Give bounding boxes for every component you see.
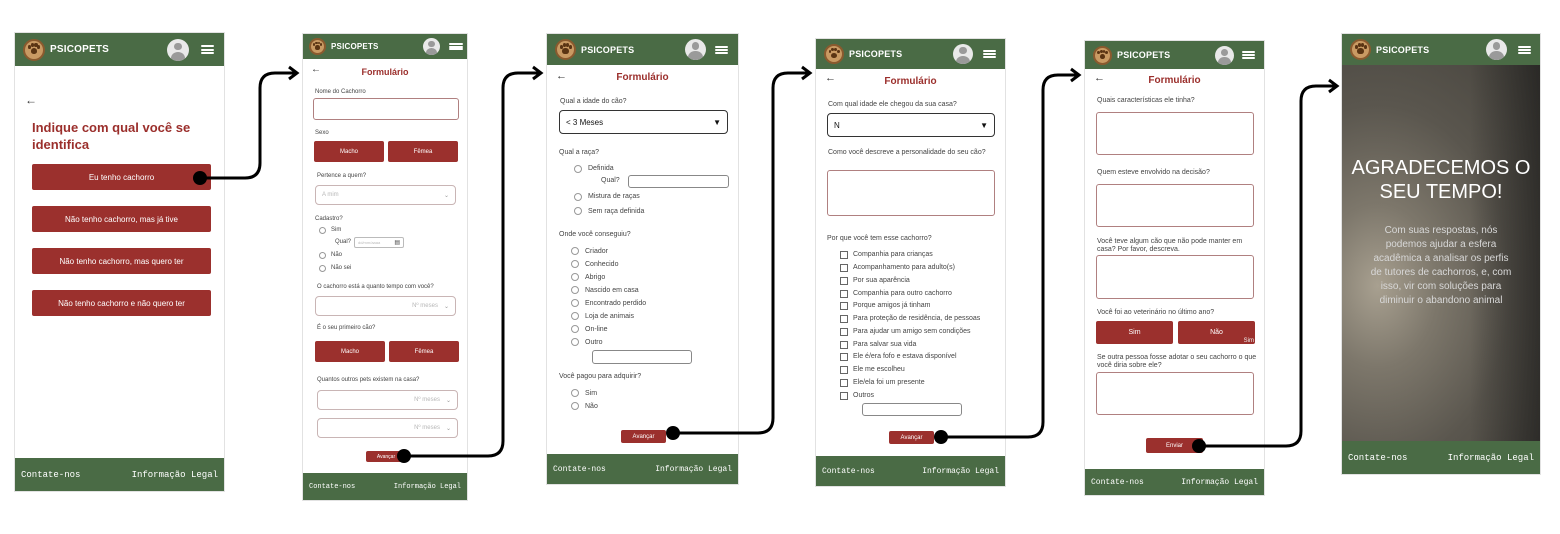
connector-dot-4 [934, 430, 948, 444]
connector-2-3 [404, 71, 540, 458]
connector-dot-2 [397, 449, 411, 463]
connector-dot-5 [1192, 439, 1206, 453]
connector-3-4 [673, 71, 809, 435]
connector-5-6 [1199, 84, 1336, 448]
connector-1-2 [200, 71, 296, 180]
connector-dot-3 [666, 426, 680, 440]
connector-4-5 [941, 73, 1078, 439]
connector-dot-1 [193, 171, 207, 185]
flow-connectors [200, 65, 1340, 458]
